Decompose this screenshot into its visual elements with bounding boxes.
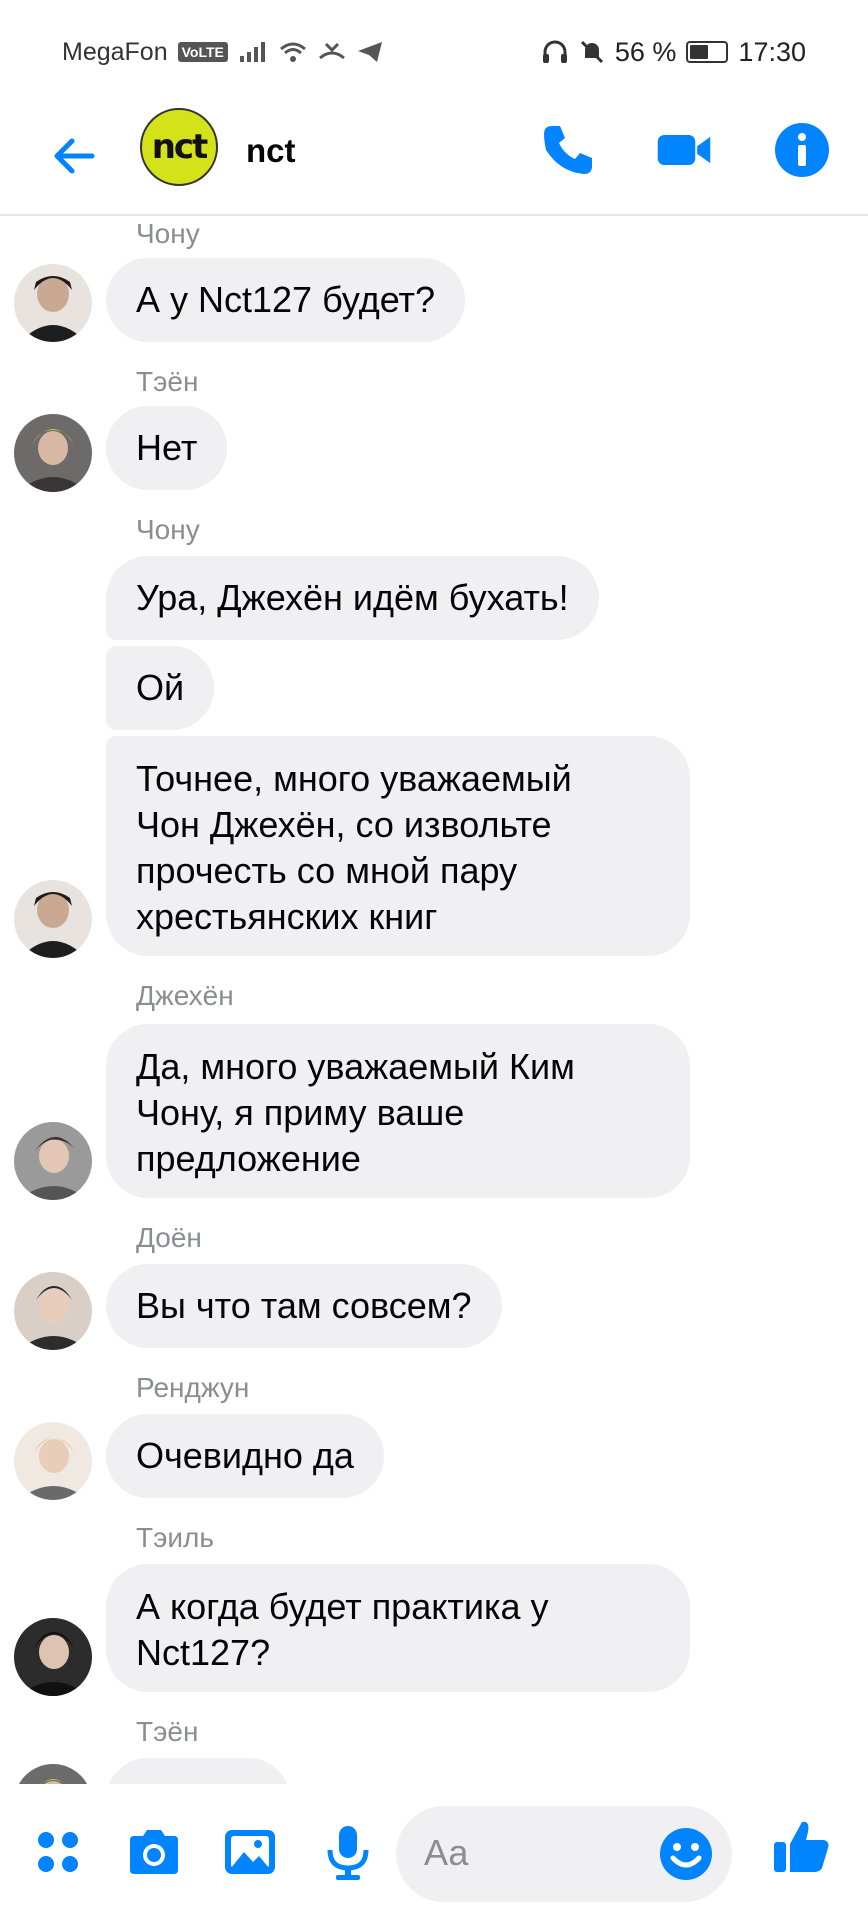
message-thread[interactable]: Чону А у Nct127 будет? Тэён Нет Чону Ура… [0, 218, 868, 1784]
emoji-icon[interactable] [656, 1824, 716, 1884]
avatar-photo [14, 414, 92, 492]
message-bubble[interactable]: Ой [106, 646, 215, 730]
sender-name: Джехён [136, 980, 234, 1011]
missed-call-icon [318, 42, 345, 60]
signal-icon [239, 42, 265, 62]
status-bar: MegaFon VoLTE 56 % 17:30 [0, 0, 868, 104]
sender-name: Чону [136, 218, 200, 249]
message-bubble[interactable]: Ура, Джехён идём бухать! [106, 556, 599, 640]
mute-bell-icon [580, 40, 603, 64]
telegram-icon [357, 42, 382, 62]
avatar[interactable] [14, 1764, 92, 1784]
avatar[interactable] [14, 1122, 92, 1200]
battery-percent: 56 % [614, 36, 677, 67]
video-call-icon[interactable] [654, 120, 714, 180]
menu-dots-icon[interactable] [28, 1822, 88, 1882]
avatar-photo [14, 1618, 92, 1696]
message-bubble[interactable]: Очевидно да [106, 1414, 384, 1498]
avatar[interactable] [14, 1422, 92, 1500]
message-bubble[interactable]: Да, много уважаемый Ким Чону, я приму ва… [106, 1024, 690, 1198]
avatar-photo [14, 1272, 92, 1350]
microphone-icon[interactable] [318, 1822, 378, 1882]
message-bubble[interactable]: Нет [106, 406, 228, 490]
battery-icon [686, 41, 729, 63]
chat-header: nct nct [0, 104, 868, 216]
group-logo-text: nct [151, 127, 209, 167]
avatar-photo [14, 880, 92, 958]
avatar[interactable] [14, 1618, 92, 1696]
carrier-name: MegaFon [62, 37, 168, 66]
sender-name: Доён [136, 1222, 202, 1253]
wifi-icon [279, 42, 306, 62]
group-avatar[interactable]: nct [140, 108, 218, 186]
message-bubble[interactable]: Точнее, много уважаемый Чон Джехён, со и… [106, 736, 690, 956]
avatar-photo [14, 1122, 92, 1200]
clock: 17:30 [738, 36, 806, 67]
avatar[interactable] [14, 414, 92, 492]
avatar[interactable] [14, 264, 92, 342]
avatar-photo [14, 1764, 92, 1784]
info-icon[interactable] [772, 120, 832, 180]
phone-call-icon[interactable] [538, 120, 598, 180]
sender-name: Тэён [136, 366, 199, 397]
sender-name: Ренджун [136, 1372, 250, 1403]
avatar-photo [14, 264, 92, 342]
sender-name: Чону [136, 514, 200, 545]
sender-name: Тэён [136, 1716, 199, 1747]
avatar[interactable] [14, 1272, 92, 1350]
sender-name: Тэиль [136, 1522, 214, 1553]
gallery-icon[interactable] [220, 1822, 280, 1882]
message-input[interactable]: Аа [396, 1806, 732, 1902]
avatar-photo [14, 1422, 92, 1500]
message-bubble[interactable] [106, 1758, 290, 1784]
message-input-placeholder: Аа [424, 1832, 469, 1873]
message-bubble[interactable]: Вы что там совсем? [106, 1264, 502, 1348]
camera-icon[interactable] [124, 1822, 184, 1882]
avatar[interactable] [14, 880, 92, 958]
composer-bar: Аа [0, 1784, 868, 1920]
message-bubble[interactable]: А у Nct127 будет? [106, 258, 466, 342]
headphones-icon [542, 40, 567, 63]
message-bubble[interactable]: А когда будет практика у Nct127? [106, 1564, 690, 1692]
volte-badge: VoLTE [177, 42, 228, 62]
chat-title[interactable]: nct [246, 132, 296, 170]
back-arrow-icon[interactable] [46, 128, 102, 184]
like-thumb-icon[interactable] [770, 1814, 834, 1878]
